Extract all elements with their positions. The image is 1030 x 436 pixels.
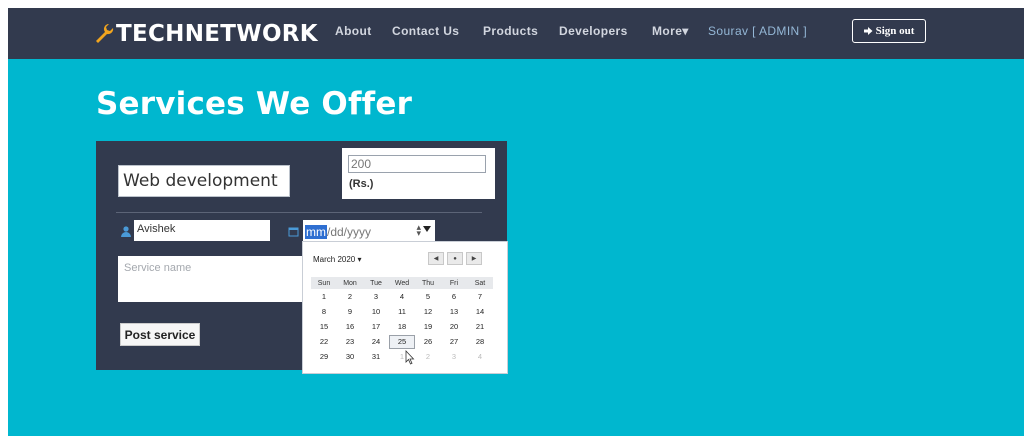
calendar-day[interactable]: 21	[467, 322, 493, 331]
nav-products[interactable]: Products	[483, 24, 538, 38]
weekday-header: Sun Mon Tue Wed Thu Fri Sat	[311, 277, 493, 289]
date-month-segment[interactable]: mm	[305, 224, 327, 239]
nav-developers[interactable]: Developers	[559, 24, 628, 38]
weekday-label: Thu	[421, 279, 435, 287]
calendar-day-today[interactable]: 25	[389, 334, 415, 349]
date-rest-segment: /dd/yyyy	[327, 224, 372, 239]
calendar-week: 15 16 17 18 19 20 21	[311, 319, 493, 334]
calendar-day[interactable]: 2	[337, 292, 363, 301]
calendar-day[interactable]: 26	[415, 337, 441, 346]
calendar-week: 1 2 3 4 5 6 7	[311, 289, 493, 304]
form-divider	[116, 212, 482, 213]
calendar-day[interactable]: 12	[415, 307, 441, 316]
calendar-day[interactable]: 13	[441, 307, 467, 316]
month-year-select[interactable]: March 2020 ▾	[313, 255, 361, 264]
calendar-week: 29 30 31 1 2 3 4	[311, 349, 493, 364]
price-input[interactable]: 200	[348, 155, 486, 173]
calendar-day[interactable]: 19	[415, 322, 441, 331]
calendar-day[interactable]: 8	[311, 307, 337, 316]
nav-user[interactable]: Sourav [ ADMIN ]	[708, 24, 807, 38]
weekday-label: Mon	[343, 279, 357, 287]
post-service-button[interactable]: Post service	[120, 323, 200, 346]
nav-contact-us[interactable]: Contact Us	[392, 24, 459, 38]
brand-logo[interactable]: TECHNETWORK	[94, 19, 318, 49]
calendar-day[interactable]: 4	[389, 292, 415, 301]
calendar-day[interactable]: 3	[363, 292, 389, 301]
wrench-icon	[96, 24, 114, 43]
user-icon	[121, 226, 131, 237]
today-button[interactable]: ●	[447, 252, 463, 265]
calendar-day[interactable]: 17	[363, 322, 389, 331]
date-dropdown-icon[interactable]	[423, 226, 431, 232]
price-box: 200 (Rs.)	[342, 148, 495, 199]
calendar-day[interactable]: 20	[441, 322, 467, 331]
currency-label: (Rs.)	[349, 178, 374, 190]
page-title: Services We Offer	[96, 86, 413, 122]
calendar-day[interactable]: 14	[467, 307, 493, 316]
calendar-day[interactable]: 27	[441, 337, 467, 346]
calendar-week: 22 23 24 25 26 27 28	[311, 334, 493, 349]
calendar-day[interactable]: 9	[337, 307, 363, 316]
calendar-day-next-month[interactable]: 3	[441, 352, 467, 361]
nav-more-dropdown[interactable]: More▾	[652, 24, 689, 38]
service-type-input[interactable]: Web development	[118, 165, 290, 197]
calendar-day[interactable]: 31	[363, 352, 389, 361]
service-description-input[interactable]: Service name	[118, 256, 302, 302]
navbar: TECHNETWORK About Contact Us Products De…	[8, 8, 1024, 59]
weekday-label: Sat	[474, 279, 486, 287]
calendar-day[interactable]: 7	[467, 292, 493, 301]
calendar-day[interactable]: 5	[415, 292, 441, 301]
brand-name: TECHNETWORK	[116, 21, 318, 47]
calendar-day[interactable]: 10	[363, 307, 389, 316]
calendar-day[interactable]: 15	[311, 322, 337, 331]
calendar-day[interactable]: 29	[311, 352, 337, 361]
calendar-day[interactable]: 1	[311, 292, 337, 301]
calendar-day[interactable]: 22	[311, 337, 337, 346]
calendar-grid: Sun Mon Tue Wed Thu Fri Sat 1 2 3 4 5 6 …	[311, 277, 493, 364]
weekday-label: Sun	[317, 279, 331, 287]
calendar-day[interactable]: 24	[363, 337, 389, 346]
next-month-button[interactable]: ▶	[466, 252, 482, 265]
date-spinner-icon[interactable]: ▴ ▾	[416, 223, 421, 238]
weekday-label: Fri	[449, 279, 459, 287]
calendar-week: 8 9 10 11 12 13 14	[311, 304, 493, 319]
sign-out-label: Sign out	[875, 25, 915, 37]
prev-month-button[interactable]: ◀	[428, 252, 444, 265]
nav-about[interactable]: About	[335, 24, 372, 38]
app-frame: TECHNETWORK About Contact Us Products De…	[8, 8, 1024, 436]
sign-out-icon	[863, 27, 873, 35]
author-input[interactable]: Avishek	[134, 220, 270, 241]
sign-out-button[interactable]: Sign out	[852, 19, 926, 43]
calendar-day-next-month[interactable]: 2	[415, 352, 441, 361]
date-input[interactable]: mm /dd/yyyy ▴ ▾	[303, 220, 435, 241]
calendar-day[interactable]: 6	[441, 292, 467, 301]
weekday-label: Wed	[394, 279, 410, 287]
calendar-icon	[288, 227, 299, 237]
mouse-pointer-icon	[405, 350, 415, 365]
calendar-day-next-month[interactable]: 4	[467, 352, 493, 361]
calendar-day[interactable]: 28	[467, 337, 493, 346]
calendar-day[interactable]: 16	[337, 322, 363, 331]
calendar-day[interactable]: 18	[389, 322, 415, 331]
calendar-day[interactable]: 30	[337, 352, 363, 361]
calendar-day[interactable]: 11	[389, 307, 415, 316]
calendar-day[interactable]: 23	[337, 337, 363, 346]
weekday-label: Tue	[370, 279, 382, 287]
